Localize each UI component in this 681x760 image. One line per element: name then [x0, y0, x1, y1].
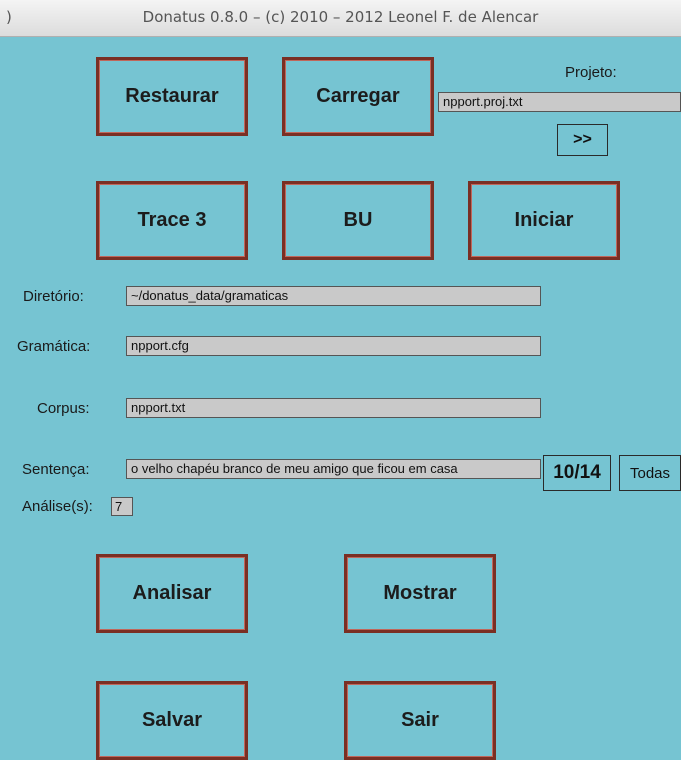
diretorio-label: Diretório: — [23, 288, 84, 305]
analises-label: Análise(s): — [22, 498, 93, 515]
todas-button[interactable]: Todas — [619, 455, 681, 491]
corpus-field[interactable]: npport.txt — [126, 398, 541, 418]
analises-field[interactable]: 7 — [111, 497, 133, 516]
mostrar-button[interactable]: Mostrar — [344, 554, 496, 633]
next-button[interactable]: >> — [557, 124, 608, 156]
corpus-label: Corpus: — [37, 400, 90, 417]
analisar-button[interactable]: Analisar — [96, 554, 248, 633]
restaurar-button[interactable]: Restaurar — [96, 57, 248, 136]
window-title: Donatus 0.8.0 – (c) 2010 – 2012 Leonel F… — [142, 8, 539, 26]
projeto-label: Projeto: — [565, 64, 617, 81]
trace-button[interactable]: Trace 3 — [96, 181, 248, 260]
gramatica-label: Gramática: — [17, 338, 91, 355]
carregar-button[interactable]: Carregar — [282, 57, 434, 136]
diretorio-field[interactable]: ~/donatus_data/gramaticas — [126, 286, 541, 306]
sair-button[interactable]: Sair — [344, 681, 496, 760]
sentenca-field[interactable]: o velho chapéu branco de meu amigo que f… — [126, 459, 541, 479]
gramatica-field[interactable]: npport.cfg — [126, 336, 541, 356]
sentenca-label: Sentença: — [22, 461, 90, 478]
salvar-button[interactable]: Salvar — [96, 681, 248, 760]
iniciar-button[interactable]: Iniciar — [468, 181, 620, 260]
title-bar: ) Donatus 0.8.0 – (c) 2010 – 2012 Leonel… — [0, 0, 681, 37]
projeto-field[interactable]: npport.proj.txt — [438, 92, 681, 112]
bu-button[interactable]: BU — [282, 181, 434, 260]
counter-display: 10/14 — [543, 455, 611, 491]
